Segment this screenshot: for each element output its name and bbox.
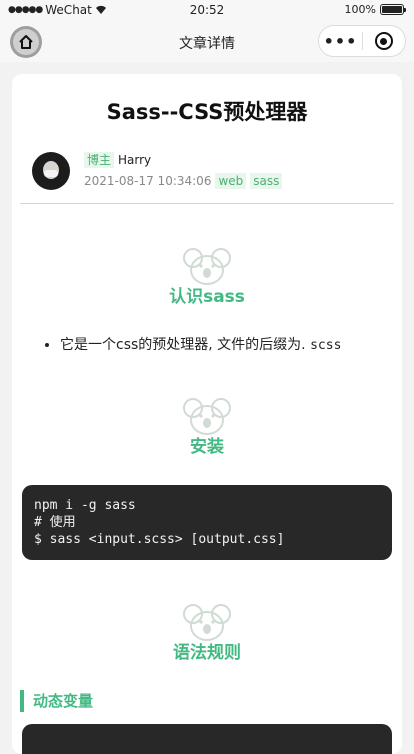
author-badge: 博主 bbox=[84, 152, 115, 168]
battery-percent: 100% bbox=[344, 3, 376, 16]
author-line: 博主 Harry bbox=[84, 152, 151, 168]
close-button[interactable] bbox=[363, 32, 405, 50]
meta-line: 2021-08-17 10:34:06 web sass bbox=[84, 173, 283, 189]
subsection-title: 动态变量 bbox=[20, 690, 93, 712]
more-button[interactable]: ••• bbox=[319, 32, 362, 51]
section-heading-3: 语法规则 bbox=[12, 602, 402, 663]
koala-icon bbox=[183, 398, 231, 435]
author-name: Harry bbox=[118, 153, 152, 167]
section-heading-1: 认识sass bbox=[12, 246, 402, 307]
author-avatar[interactable] bbox=[32, 152, 70, 190]
publish-datetime: 2021-08-17 10:34:06 bbox=[84, 174, 212, 188]
mini-program-capsule: ••• bbox=[318, 25, 406, 57]
battery-info: 100% bbox=[344, 3, 406, 16]
article-card: Sass--CSS预处理器 博主 Harry 2021-08-17 10:34:… bbox=[12, 74, 402, 754]
battery-icon bbox=[380, 4, 406, 15]
section-heading-2: 安装 bbox=[12, 396, 402, 457]
koala-icon bbox=[183, 604, 231, 641]
list-item: 它是一个css的预处理器, 文件的后缀为. scss bbox=[60, 334, 341, 354]
tag-web[interactable]: web bbox=[215, 173, 247, 189]
close-icon bbox=[374, 32, 393, 50]
code-line: npm i -g sass bbox=[34, 498, 136, 513]
code-block[interactable]: npm i -g sass # 使用 $ sass <input.scss> [ou… bbox=[22, 485, 392, 560]
bullet-list: 它是一个css的预处理器, 文件的后缀为. scss bbox=[40, 334, 341, 354]
code-block[interactable] bbox=[22, 724, 392, 754]
divider bbox=[20, 203, 394, 204]
code-line: $ sass <input.scss> [output.css] bbox=[34, 532, 285, 547]
code-line: # 使用 bbox=[34, 515, 76, 530]
status-bar: ●●●●● WeChat 20:52 100% bbox=[0, 0, 414, 22]
article-title: Sass--CSS预处理器 bbox=[106, 100, 308, 124]
koala-icon bbox=[183, 248, 231, 285]
navigation-bar: 文章详情 ••• bbox=[0, 22, 414, 62]
tag-sass[interactable]: sass bbox=[250, 173, 283, 189]
